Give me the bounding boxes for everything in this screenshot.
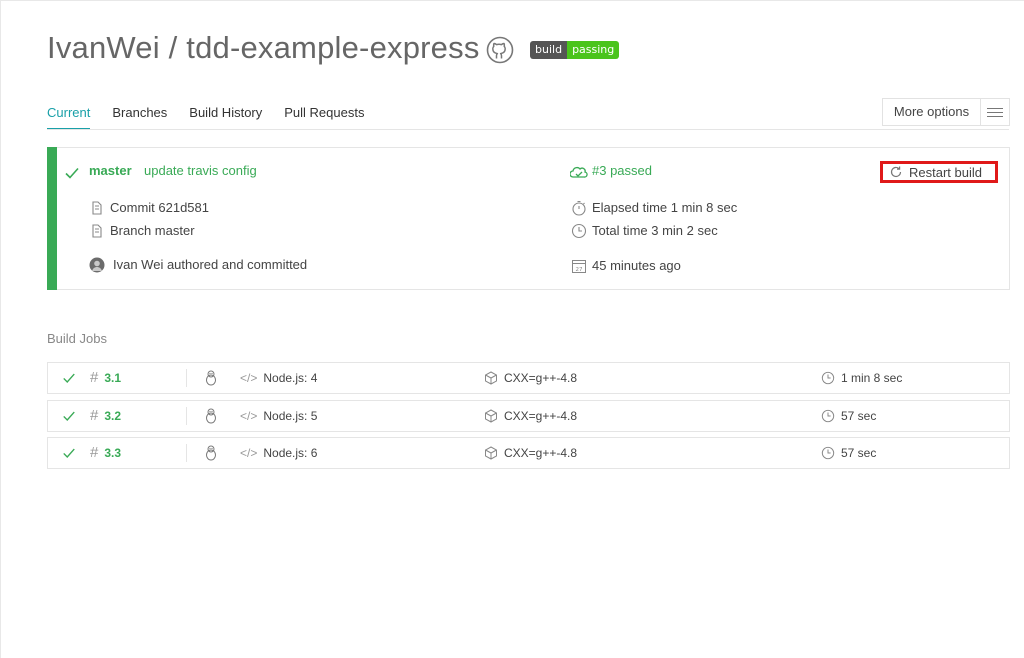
job-duration: 57 sec: [841, 446, 877, 460]
env-box-icon: [485, 446, 497, 460]
more-options-label: More options: [883, 99, 981, 125]
tab-current[interactable]: Current: [47, 98, 91, 130]
github-icon[interactable]: [486, 36, 514, 64]
job-duration: 1 min 8 sec: [841, 371, 903, 385]
build-time-ago: 45 minutes ago: [592, 258, 681, 273]
job-number[interactable]: 3.3: [104, 438, 121, 468]
commit-link[interactable]: Commit 621d581: [110, 200, 209, 215]
job-row[interactable]: #3.1 </> Node.js: 4 CXX=g++-4.8 1 min 8 s…: [47, 362, 1010, 394]
passed-check-icon: [63, 373, 75, 383]
build-status-badge[interactable]: build passing: [530, 41, 620, 59]
commit-message-link[interactable]: update travis config: [144, 163, 257, 178]
restart-build-label: Restart build: [909, 164, 982, 180]
clock-icon: [821, 409, 835, 423]
branch-icon: [92, 224, 102, 238]
build-status-bar: [47, 147, 57, 290]
job-env: CXX=g++-4.8: [504, 371, 578, 385]
job-env: CXX=g++-4.8: [504, 409, 578, 423]
restart-build-highlight: Restart build: [880, 161, 998, 183]
tab-pull-requests[interactable]: Pull Requests: [284, 98, 364, 130]
calendar-icon: 27: [572, 260, 586, 273]
tab-branches[interactable]: Branches: [112, 98, 167, 130]
author-avatar: [89, 257, 105, 273]
badge-status: passing: [567, 41, 620, 59]
author-text: Ivan Wei authored and committed: [113, 257, 308, 272]
job-language: Node.js: 5: [263, 409, 318, 423]
job-row[interactable]: #3.2 </> Node.js: 5 CXX=g++-4.8 57 sec: [47, 400, 1010, 432]
clock-icon: [821, 446, 835, 460]
branch-line[interactable]: Branch master: [110, 223, 195, 238]
job-divider: [186, 407, 187, 425]
build-number-icon: [570, 166, 588, 178]
job-duration: 57 sec: [841, 409, 877, 423]
hash-icon: #: [90, 444, 99, 461]
tabs-divider: [47, 129, 1009, 130]
restart-icon: [890, 166, 902, 178]
build-branch-link[interactable]: master: [89, 163, 132, 178]
hash-icon: #: [90, 369, 99, 386]
restart-build-button[interactable]: Restart build: [889, 164, 982, 180]
code-icon: </>: [240, 371, 258, 385]
total-time: Total time 3 min 2 sec: [592, 223, 718, 238]
tab-build-history[interactable]: Build History: [189, 98, 262, 130]
passed-check-icon: [63, 411, 75, 421]
passed-check-icon: [65, 167, 79, 179]
linux-icon: [206, 445, 216, 461]
job-row[interactable]: #3.3 </> Node.js: 6 CXX=g++-4.8 57 sec: [47, 437, 1010, 469]
hash-icon: #: [90, 407, 99, 424]
repo-title[interactable]: IvanWei / tdd-example-express: [47, 30, 480, 66]
job-env: CXX=g++-4.8: [504, 446, 578, 460]
more-options-button[interactable]: More options: [882, 98, 1010, 126]
code-icon: </>: [240, 409, 258, 423]
job-divider: [186, 444, 187, 462]
job-language: Node.js: 4: [263, 371, 318, 385]
job-number[interactable]: 3.1: [104, 363, 121, 393]
linux-icon: [206, 370, 216, 386]
clock-icon: [821, 371, 835, 385]
repo-tabs: Current Branches Build History Pull Requ…: [47, 98, 386, 130]
job-divider: [186, 369, 187, 387]
badge-label: build: [530, 41, 568, 59]
env-box-icon: [485, 409, 497, 423]
calendar-day: 27: [576, 267, 583, 273]
job-language: Node.js: 6: [263, 446, 318, 460]
build-jobs-heading: Build Jobs: [47, 331, 107, 346]
build-number-status[interactable]: #3 passed: [592, 163, 652, 178]
elapsed-time: Elapsed time 1 min 8 sec: [592, 200, 738, 215]
stopwatch-icon: [572, 200, 586, 216]
hamburger-menu-icon[interactable]: [981, 99, 1009, 125]
commit-icon: [92, 201, 102, 215]
linux-icon: [206, 408, 216, 424]
code-icon: </>: [240, 446, 258, 460]
env-box-icon: [485, 371, 497, 385]
passed-check-icon: [63, 448, 75, 458]
clock-icon: [571, 223, 587, 239]
job-number[interactable]: 3.2: [104, 401, 121, 431]
